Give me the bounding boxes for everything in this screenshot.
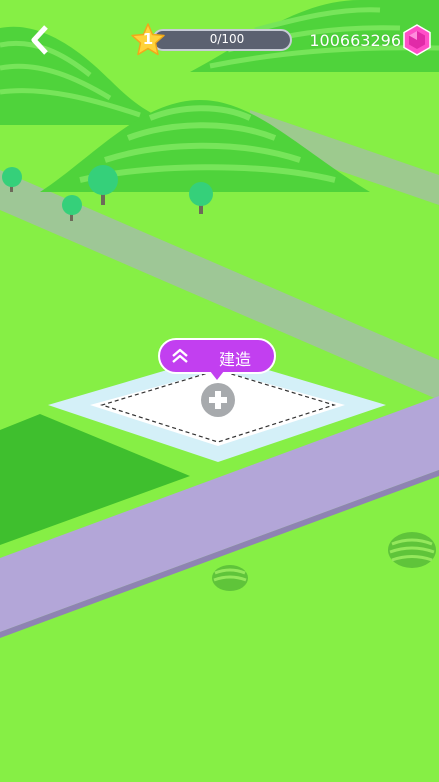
back-button[interactable] [28,24,52,56]
level-progress-text: 0/100 [209,32,245,46]
plus-icon [209,391,227,409]
build-button-pointer [210,371,224,380]
gem-icon [403,24,431,56]
double-chevron-up-icon [172,348,188,363]
bush [388,532,436,568]
bush [212,565,248,591]
build-button[interactable]: 建造 [158,338,276,374]
chevron-left-icon [31,25,48,55]
level-progress-bar: 0/100 [152,29,292,51]
build-button-label: 建造 [218,350,251,369]
level-badge: 1 [130,22,166,58]
gem-count: 100663296 [309,31,401,50]
level-number: 1 [142,30,154,48]
add-building-button[interactable] [201,383,235,417]
pink-gem-icon [403,24,431,56]
